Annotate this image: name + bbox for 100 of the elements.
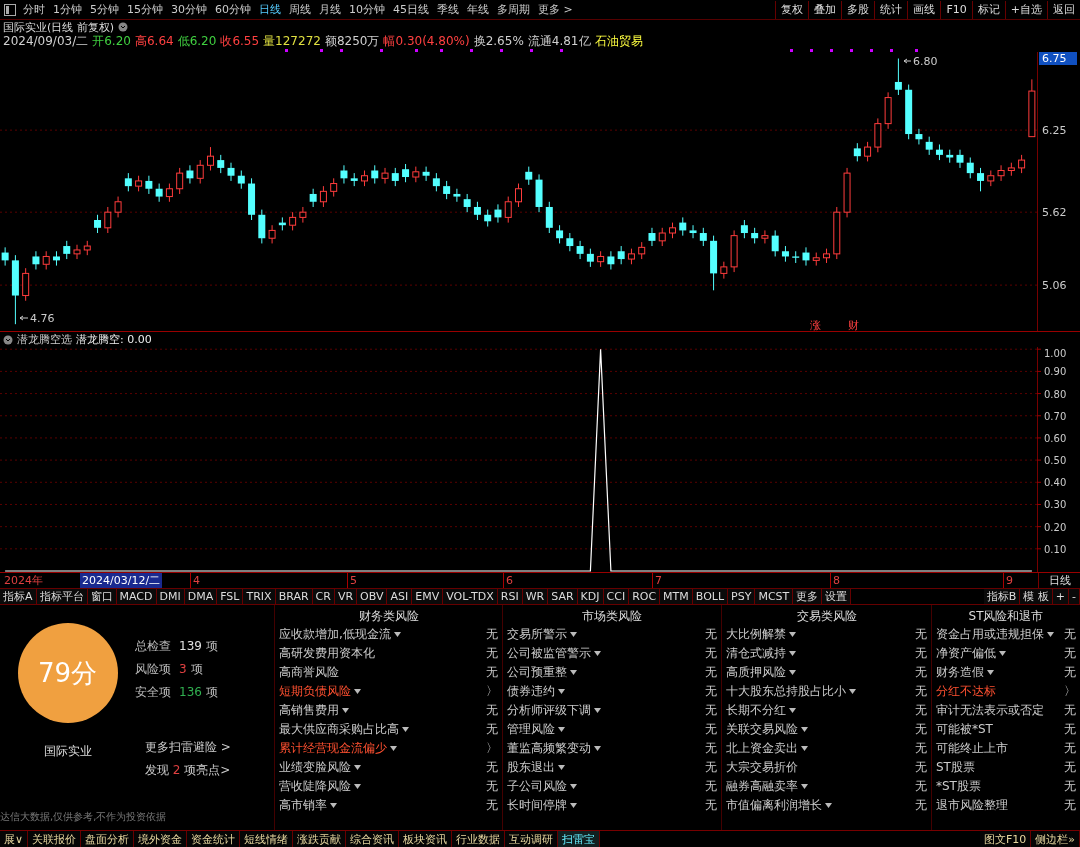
indicator-tab[interactable]: 模 板 [1020,589,1053,604]
period-tab[interactable]: 分时 [19,2,49,17]
risk-item[interactable]: 融券高融卖率 [726,778,798,795]
risk-item[interactable]: 审计无法表示或否定 [936,702,1044,719]
risk-item[interactable]: 分红不达标 [936,683,996,700]
indicator-tab[interactable]: PSY [728,589,756,604]
bottom-tab[interactable]: 综合资讯 [346,831,400,847]
risk-item[interactable]: 累计经营现金流偏少 [279,740,387,757]
indicator-tab[interactable]: BOLL [692,589,729,604]
dropdown-icon[interactable] [330,803,337,808]
period-tab[interactable]: 日线 [255,2,285,17]
period-tab[interactable]: 更多 > [534,2,577,17]
risk-item[interactable]: 市值偏离利润增长 [726,797,822,814]
period-tab[interactable]: 年线 [463,2,493,17]
bottom-tab[interactable]: 展∨ [0,831,29,847]
bottom-tab[interactable]: 境外资金 [134,831,188,847]
dropdown-icon[interactable] [789,632,796,637]
dropdown-icon[interactable] [594,651,601,656]
highlights-link[interactable]: 发现 2 项亮点> [145,762,231,779]
risk-item[interactable]: 营收陡降风险 [279,778,351,795]
indicator-tab[interactable]: CCI [603,589,630,604]
indicator-tab[interactable]: EMV [412,589,444,604]
dropdown-icon[interactable] [801,784,808,789]
dropdown-icon[interactable] [789,670,796,675]
indicator-tab[interactable]: DMA [184,589,218,604]
indicator-tab[interactable]: RSI [497,589,523,604]
toolbar-button[interactable]: 返回 [1047,0,1080,19]
chevron-circle-icon[interactable] [118,22,129,32]
bottom-tab[interactable]: 侧边栏» [1031,831,1080,847]
period-tab[interactable]: 1分钟 [49,2,86,17]
indicator-tab[interactable]: FSL [217,589,244,604]
risk-item[interactable]: 分析师评级下调 [507,702,591,719]
period-tab[interactable]: 60分钟 [211,2,255,17]
risk-item[interactable]: 最大供应商采购占比高 [279,721,399,738]
indicator-tab[interactable]: KDJ [577,589,604,604]
dropdown-icon[interactable] [789,651,796,656]
risk-item[interactable]: 可能被*ST [936,721,993,738]
bottom-tab[interactable]: 板块资讯 [399,831,453,847]
risk-item[interactable]: 高市销率 [279,797,327,814]
bottom-tab[interactable]: 图文F10 [979,831,1032,847]
dropdown-icon[interactable] [354,765,361,770]
dropdown-icon[interactable] [570,670,577,675]
dropdown-icon[interactable] [570,803,577,808]
dropdown-icon[interactable] [570,784,577,789]
risk-item[interactable]: 高质押风险 [726,664,786,681]
toolbar-button[interactable]: 多股 [841,0,875,19]
indicator-tab[interactable]: MTM [660,589,693,604]
indicator-tab[interactable]: 指标平台 [36,589,88,604]
dropdown-icon[interactable] [402,727,409,732]
toolbar-button[interactable]: 复权 [775,0,809,19]
dropdown-icon[interactable] [393,632,401,637]
risk-item[interactable]: 业绩变脸风险 [279,759,351,776]
bottom-tab[interactable]: 扫雷宝 [558,831,601,847]
dropdown-icon[interactable] [849,689,856,694]
dropdown-icon[interactable] [594,708,601,713]
toolbar-button[interactable]: 叠加 [808,0,842,19]
dropdown-icon[interactable] [354,689,361,694]
risk-item[interactable]: 董监高频繁变动 [507,740,591,757]
bottom-tab[interactable]: 互动调研 [505,831,559,847]
risk-item[interactable]: 大比例解禁 [726,626,786,643]
dropdown-icon[interactable] [390,746,397,751]
toolbar-button[interactable]: +自选 [1004,0,1047,19]
period-tab[interactable]: 30分钟 [167,2,211,17]
bottom-tab[interactable]: 涨跌贡献 [293,831,347,847]
bottom-tab[interactable]: 资金统计 [187,831,241,847]
indicator-tab[interactable]: OBV [357,589,388,604]
indicator-tab[interactable]: BRAR [275,589,313,604]
risk-item[interactable]: 大宗交易折价 [726,759,798,776]
dropdown-icon[interactable] [354,784,361,789]
indicator-tab[interactable]: SAR [548,589,578,604]
risk-item[interactable]: 应收款增加,低现金流 [279,626,391,643]
indicator-tab[interactable]: WR [522,589,549,604]
dropdown-icon[interactable] [1047,632,1054,637]
indicator-tab[interactable]: ASI [387,589,413,604]
indicator-tab[interactable]: 更多 [793,589,823,604]
dropdown-icon[interactable] [570,632,577,637]
risk-item[interactable]: 管理风险 [507,721,555,738]
dropdown-icon[interactable] [801,727,808,732]
risk-item[interactable]: 长期不分红 [726,702,786,719]
risk-item[interactable]: 高研发费用资本化 [279,645,375,662]
period-tab[interactable]: 10分钟 [345,2,389,17]
more-scan-link[interactable]: 更多扫雷避险 > [145,739,231,756]
period-tab[interactable]: 季线 [433,2,463,17]
dropdown-icon[interactable] [594,746,601,751]
indicator-tab[interactable]: VOL-TDX [443,589,498,604]
indicator-tab[interactable]: 设置 [822,589,852,604]
dropdown-icon[interactable] [987,670,994,675]
panel-toggle-icon[interactable] [4,3,16,16]
bottom-tab[interactable]: 关联报价 [28,831,82,847]
risk-item[interactable]: 公司预重整 [507,664,567,681]
dropdown-icon[interactable] [558,727,565,732]
dropdown-icon[interactable] [801,746,808,751]
risk-item[interactable]: 股东退出 [507,759,555,776]
period-tab[interactable]: 周线 [285,2,315,17]
bottom-tab[interactable]: 行业数据 [452,831,506,847]
event-mark[interactable]: 涨 [810,319,821,332]
indicator-tab[interactable]: MCST [755,589,794,604]
toolbar-button[interactable]: F10 [940,0,972,19]
risk-item[interactable]: 十大股东总持股占比小 [726,683,846,700]
indicator-tab[interactable]: VR [334,589,358,604]
